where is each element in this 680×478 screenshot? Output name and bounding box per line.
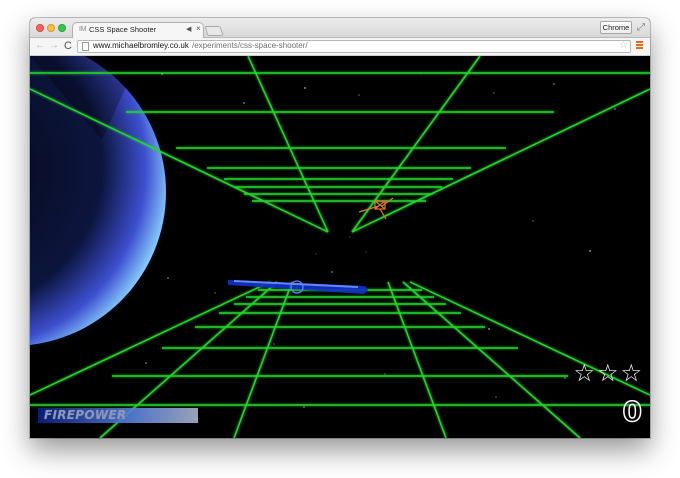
- star: [214, 292, 216, 294]
- star: [493, 92, 495, 94]
- back-arrow-icon[interactable]: ←: [35, 39, 45, 53]
- lives-display: ☆ ☆ ☆: [573, 362, 642, 386]
- profile-button[interactable]: Chrome: [600, 21, 632, 34]
- page-icon: [82, 42, 89, 51]
- forward-arrow-icon[interactable]: →: [49, 39, 59, 53]
- close-window-button[interactable]: [36, 24, 44, 32]
- star: [532, 220, 534, 222]
- life-star-icon: ☆: [620, 360, 642, 387]
- audio-icon[interactable]: ◀︎: [186, 25, 191, 33]
- life-star-icon: ☆: [573, 360, 595, 387]
- fullscreen-icon[interactable]: ⤢: [637, 22, 645, 33]
- address-bar[interactable]: www.michaelbromley.co.uk /experiments/cs…: [77, 40, 631, 53]
- new-tab-button[interactable]: [204, 26, 224, 36]
- star: [564, 377, 566, 379]
- menu-icon[interactable]: [636, 41, 643, 50]
- tab-title: CSS Space Shooter: [89, 25, 157, 34]
- star: [243, 102, 245, 104]
- browser-toolbar: ← → C www.michaelbromley.co.uk /experime…: [30, 38, 650, 56]
- star: [358, 94, 360, 96]
- star: [304, 87, 306, 89]
- star: [365, 251, 367, 253]
- star: [273, 343, 275, 345]
- minimize-window-button[interactable]: [47, 24, 55, 32]
- game-scene: [30, 56, 650, 438]
- score-display: 0: [622, 395, 643, 428]
- star: [553, 83, 555, 85]
- star: [384, 373, 386, 375]
- life-star-icon: ☆: [596, 360, 619, 387]
- star: [349, 236, 351, 238]
- tab-close-icon[interactable]: ×: [196, 24, 201, 33]
- firepower-bar: FIREPOWER: [38, 408, 198, 423]
- favicon-icon: IM: [79, 26, 87, 33]
- firepower-label: FIREPOWER: [44, 408, 127, 422]
- star: [614, 108, 616, 110]
- url-path: /experiments/css-space-shooter/: [192, 41, 308, 50]
- star: [145, 362, 147, 364]
- url-domain: www.michaelbromley.co.uk: [93, 41, 189, 50]
- game-viewport[interactable]: ☆ ☆ ☆ 0 FIREPOWER: [30, 56, 650, 438]
- bookmark-star-icon[interactable]: ☆: [619, 40, 628, 51]
- reload-icon[interactable]: C: [64, 39, 72, 53]
- title-bar: IM CSS Space Shooter ◀︎ × Chrome ⤢: [30, 18, 650, 38]
- browser-window: IM CSS Space Shooter ◀︎ × Chrome ⤢ ← → C…: [30, 18, 650, 438]
- browser-tab[interactable]: IM CSS Space Shooter ◀︎ ×: [72, 22, 204, 38]
- star: [315, 253, 317, 255]
- star: [488, 328, 490, 330]
- star: [495, 396, 497, 398]
- star: [303, 406, 305, 408]
- star: [589, 250, 591, 252]
- star: [331, 271, 333, 273]
- star: [167, 277, 169, 279]
- maximize-window-button[interactable]: [58, 24, 66, 32]
